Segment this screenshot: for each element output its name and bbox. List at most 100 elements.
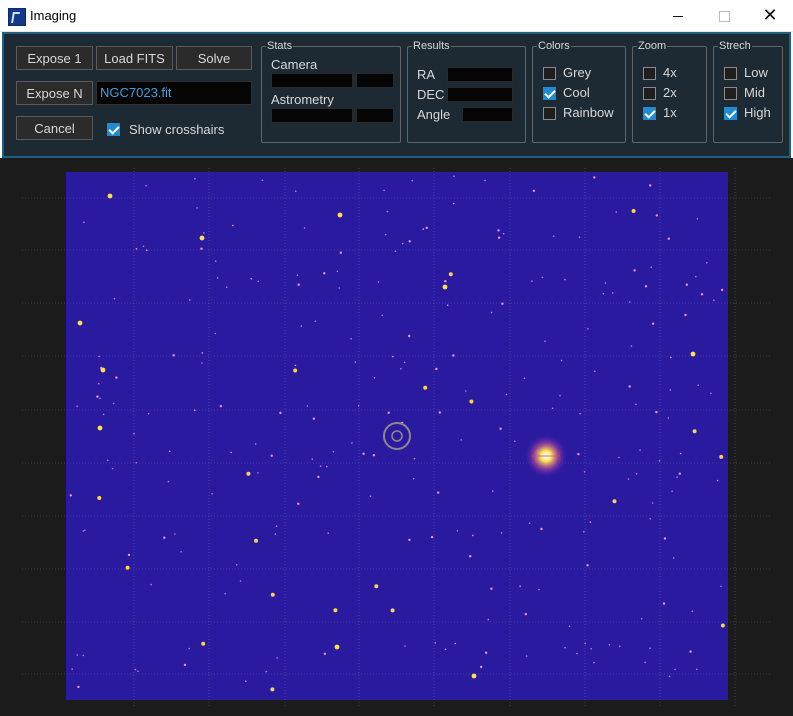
star <box>438 411 441 414</box>
zoom-1x-checkbox[interactable] <box>643 107 656 120</box>
star-bright <box>100 367 106 373</box>
image-area[interactable] <box>66 172 728 700</box>
star <box>306 405 309 407</box>
star <box>635 473 638 475</box>
star <box>261 179 264 182</box>
expose-1-button[interactable]: Expose 1 <box>16 46 93 70</box>
minimize-button[interactable] <box>655 0 701 31</box>
star <box>150 583 152 586</box>
star <box>270 687 275 692</box>
star <box>369 495 372 498</box>
star <box>312 417 316 420</box>
zoom-2x-label: 2x <box>663 85 677 100</box>
star <box>214 260 217 262</box>
star <box>651 322 655 325</box>
star <box>497 229 500 232</box>
image-viewer[interactable] <box>0 158 793 716</box>
star <box>303 227 306 229</box>
star <box>568 625 571 628</box>
star <box>612 292 614 294</box>
star <box>501 302 504 305</box>
angle-value-field <box>462 107 513 122</box>
star <box>84 529 86 532</box>
star <box>214 332 217 335</box>
star <box>663 537 667 540</box>
color-grey-label: Grey <box>563 65 592 80</box>
star <box>706 262 708 264</box>
stretch-high-checkbox[interactable] <box>724 107 737 120</box>
star <box>230 451 232 454</box>
color-grey-checkbox[interactable] <box>543 67 556 80</box>
stretch-low-checkbox[interactable] <box>724 67 737 80</box>
star <box>540 527 543 531</box>
star <box>720 288 724 292</box>
color-rainbow-checkbox[interactable] <box>543 107 556 120</box>
star <box>576 652 578 655</box>
star <box>658 460 661 462</box>
star <box>135 462 138 464</box>
star-field-image[interactable] <box>0 158 793 716</box>
star <box>297 502 300 505</box>
star <box>644 661 646 664</box>
zoom-4x-checkbox[interactable] <box>643 67 656 80</box>
star <box>145 184 147 187</box>
load-fits-button[interactable]: Load FITS <box>96 46 173 70</box>
star <box>497 236 501 239</box>
star <box>716 479 719 482</box>
file-name-input[interactable]: NGC7023.fit <box>96 81 252 105</box>
stats-group: Stats Camera Astrometry <box>261 39 401 143</box>
star <box>640 617 643 620</box>
star <box>327 532 330 534</box>
telescope-app-icon <box>8 8 26 26</box>
star <box>362 452 365 455</box>
star <box>254 538 258 543</box>
star <box>224 592 226 595</box>
show-crosshairs-checkbox[interactable] <box>107 123 120 136</box>
star <box>487 618 490 621</box>
solve-button[interactable]: Solve <box>176 46 252 70</box>
star <box>615 211 617 213</box>
expose-n-button[interactable]: Expose N <box>16 81 93 105</box>
star <box>317 475 320 479</box>
star <box>577 452 580 456</box>
star <box>649 647 651 649</box>
star <box>381 314 384 317</box>
star <box>134 668 137 671</box>
star <box>469 555 472 558</box>
star <box>200 247 203 250</box>
zoom-2x-checkbox[interactable] <box>643 87 656 100</box>
cancel-button[interactable]: Cancel <box>16 116 93 140</box>
star <box>357 404 360 407</box>
star <box>174 533 176 535</box>
star <box>354 361 357 363</box>
star <box>695 275 697 278</box>
stretch-mid-checkbox[interactable] <box>724 87 737 100</box>
star <box>194 178 196 180</box>
star <box>525 655 528 657</box>
star <box>127 553 131 557</box>
star <box>319 465 322 468</box>
camera-label: Camera <box>271 57 318 72</box>
star <box>76 405 78 407</box>
star <box>254 443 257 445</box>
stretch-low-label: Low <box>744 65 768 80</box>
star <box>172 354 175 357</box>
minimize-icon <box>673 15 683 17</box>
star <box>400 367 402 370</box>
star <box>490 587 493 590</box>
star <box>102 413 105 416</box>
star <box>448 272 453 277</box>
star <box>333 608 338 613</box>
star <box>612 499 617 504</box>
star <box>71 668 73 670</box>
star <box>294 190 297 192</box>
astrometry-stat-field-2 <box>356 108 394 123</box>
color-cool-checkbox[interactable] <box>543 87 556 100</box>
star <box>560 359 563 362</box>
star <box>579 412 581 415</box>
close-button[interactable]: ✕ <box>747 0 793 31</box>
maximize-button[interactable] <box>701 0 747 31</box>
star <box>532 189 536 192</box>
star <box>300 325 303 327</box>
star <box>270 454 273 457</box>
